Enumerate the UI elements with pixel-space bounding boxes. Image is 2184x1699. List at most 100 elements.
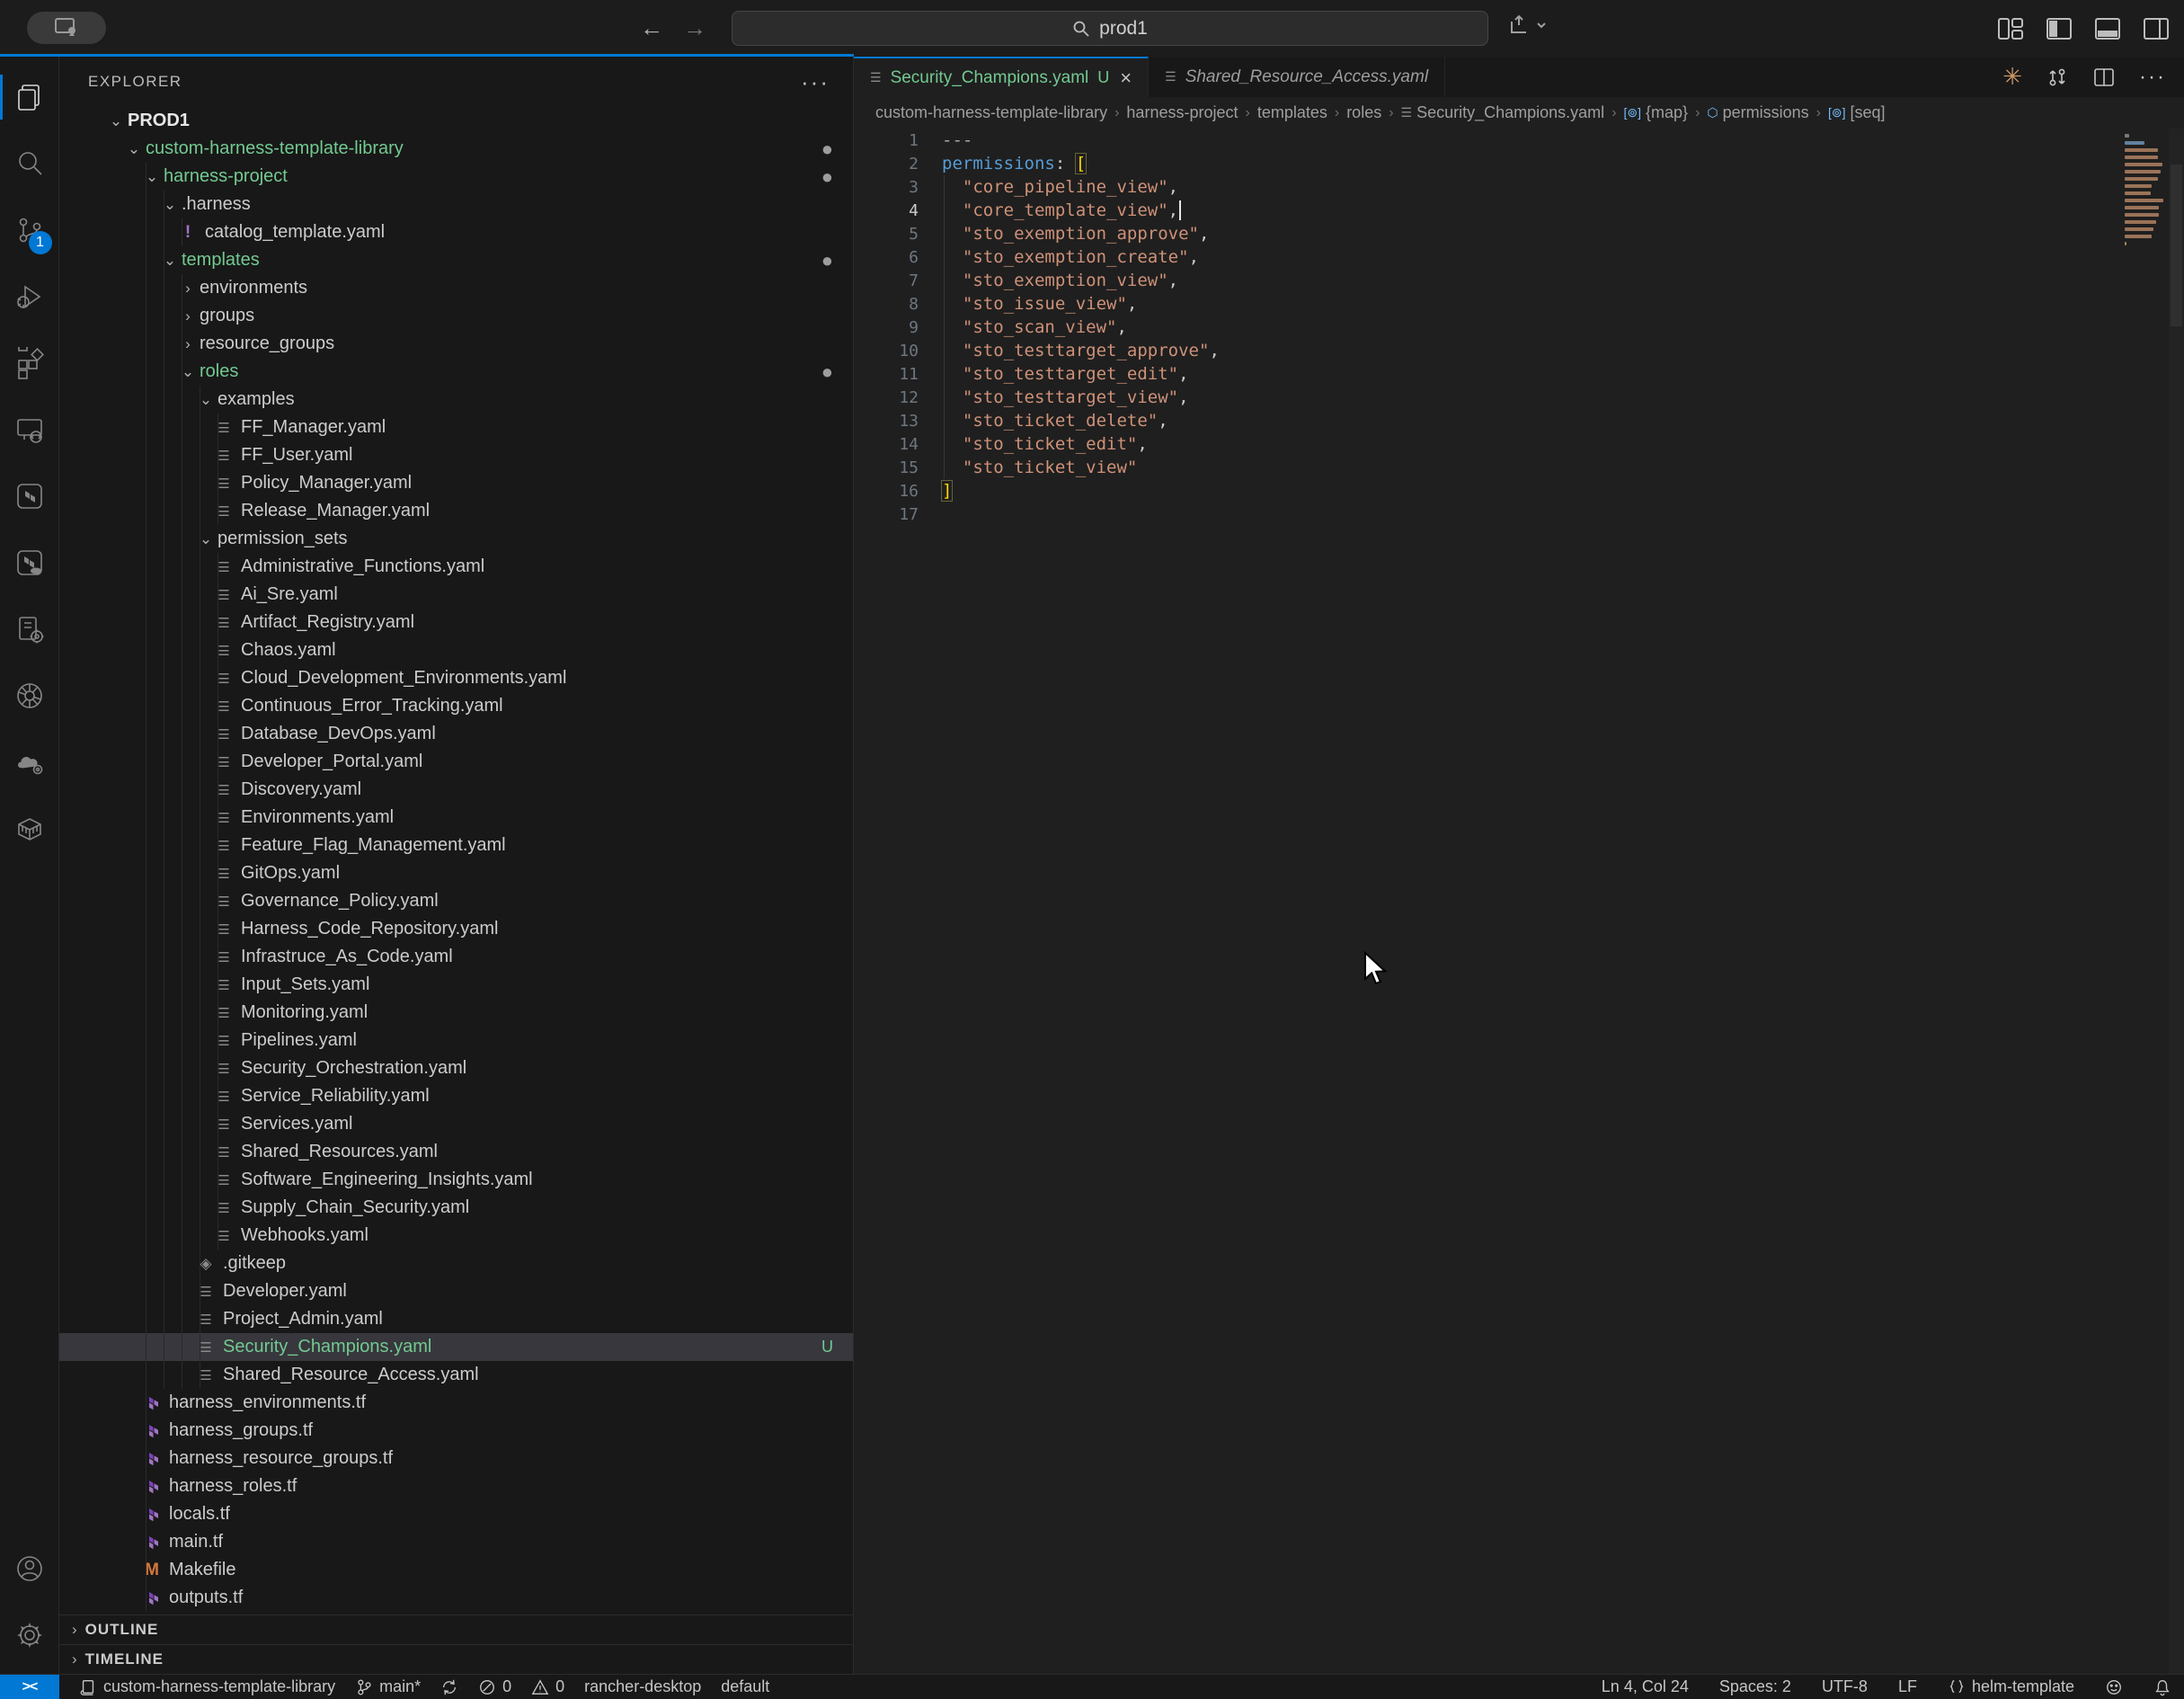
tree-item-file[interactable]: ◈.gitkeep [59,1250,853,1277]
code-line[interactable]: 12 "sto_testtarget_view", [854,386,2184,409]
activity-search-icon[interactable] [0,130,59,197]
tree-item-file[interactable]: ☰Database_DevOps.yaml [59,720,853,748]
code-line[interactable]: 1--- [854,129,2184,152]
status-item-sync[interactable] [440,1678,458,1696]
tree-item-folder[interactable]: ›environments [59,274,853,302]
editor-scrollbar[interactable] [2169,129,2184,1674]
tree-item-file[interactable]: ☰Monitoring.yaml [59,999,853,1027]
screen-share-button[interactable] [27,12,106,44]
toggle-primary-sidebar-icon[interactable] [2046,15,2073,42]
breadcrumb-item[interactable]: harness-project [1126,103,1238,122]
status-item-feedback[interactable] [2105,1678,2123,1696]
tree-item-folder[interactable]: ⌄custom-harness-template-library● [59,135,853,163]
remote-indicator[interactable]: >< [0,1675,59,1699]
activity-file-gear-icon[interactable] [0,596,59,663]
explorer-more-actions-icon[interactable]: ··· [801,68,830,96]
activity-cloud-provider-icon[interactable] [0,729,59,796]
status-item-bell[interactable] [2153,1678,2171,1696]
tree-item-folder[interactable]: ⌄templates● [59,246,853,274]
status-item[interactable]: UTF-8 [1822,1677,1868,1696]
code-line[interactable]: 7 "sto_exemption_view", [854,269,2184,292]
activity-extensions-icon[interactable] [0,330,59,396]
tree-item-file[interactable]: ☰Governance_Policy.yaml [59,887,853,915]
tree-item-file[interactable]: ☰Security_Champions.yamlU [59,1333,853,1361]
tree-item-file[interactable]: locals.tf [59,1500,853,1528]
tree-item-file[interactable]: ☰Service_Reliability.yaml [59,1082,853,1110]
minimap[interactable] [2125,134,2164,256]
tree-item-folder[interactable]: ⌄harness-project● [59,163,853,191]
tree-item-folder[interactable]: ⌄.harness [59,191,853,218]
layout-control-button[interactable] [1506,13,1548,38]
status-item-repo[interactable]: custom-harness-template-library [79,1677,335,1696]
tree-item-file[interactable]: ☰Webhooks.yaml [59,1222,853,1250]
code-line[interactable]: 10 "sto_testtarget_approve", [854,339,2184,362]
tree-item-file[interactable]: harness_roles.tf [59,1472,853,1500]
code-line[interactable]: 2permissions: [ [854,152,2184,175]
open-changes-icon[interactable] [2046,66,2069,89]
activity-kubernetes-icon[interactable] [0,663,59,729]
tree-item-file[interactable]: !catalog_template.yaml [59,218,853,246]
tree-item-file[interactable]: main.tf [59,1528,853,1556]
tree-item-folder[interactable]: ⌄permission_sets [59,525,853,553]
breadcrumb-item[interactable]: custom-harness-template-library [875,103,1107,122]
tree-item-file[interactable]: ☰FF_User.yaml [59,441,853,469]
more-actions-icon[interactable]: ··· [2139,65,2166,90]
layout-grid-icon[interactable] [1997,15,2024,42]
tree-item-file[interactable]: ☰Security_Orchestration.yaml [59,1054,853,1082]
code-line[interactable]: 13 "sto_ticket_delete", [854,409,2184,432]
tree-item-file[interactable]: ☰Developer.yaml [59,1277,853,1305]
tree-item-file[interactable]: ☰Policy_Manager.yaml [59,469,853,497]
tree-item-file[interactable]: ☰Ai_Sre.yaml [59,581,853,609]
status-item[interactable]: LF [1898,1677,1917,1696]
tree-item-file[interactable]: ☰Harness_Code_Repository.yaml [59,915,853,943]
tree-item-file[interactable]: ☰Cloud_Development_Environments.yaml [59,664,853,692]
status-item-braces[interactable]: helm-template [1948,1677,2074,1696]
activity-source-control-icon[interactable]: 1 [0,197,59,263]
activity-run-debug-icon[interactable] [0,263,59,330]
tree-item-file[interactable]: ☰Services.yaml [59,1110,853,1138]
tree-item-folder[interactable]: ⌄PROD1 [59,107,853,135]
code-line[interactable]: 4 "core_template_view", [854,199,2184,222]
tree-item-file[interactable]: ☰Developer_Portal.yaml [59,748,853,776]
breadcrumb-item[interactable]: ⬡permissions [1707,103,1808,122]
tree-item-file[interactable]: ☰Chaos.yaml [59,636,853,664]
status-item-branch[interactable]: main* [355,1677,421,1696]
activity-explorer-icon[interactable] [0,64,59,130]
sidebar-section-outline[interactable]: ›OUTLINE [59,1614,853,1644]
extension-star-icon[interactable]: ✳ [2002,63,2022,91]
tree-item-file[interactable]: ☰Artifact_Registry.yaml [59,609,853,636]
code-line[interactable]: 5 "sto_exemption_approve", [854,222,2184,245]
tree-item-file[interactable]: ☰Environments.yaml [59,804,853,832]
breadcrumb-item[interactable]: templates [1257,103,1327,122]
breadcrumb-item[interactable]: [⊚][seq] [1828,103,1886,122]
status-item[interactable]: rancher-desktop [584,1677,701,1696]
tree-item-file[interactable]: MMakefile [59,1556,853,1584]
editor-tab[interactable]: ☰Shared_Resource_Access.yaml [1149,57,1445,97]
code-line[interactable]: 8 "sto_issue_view", [854,292,2184,316]
breadcrumb-item[interactable]: roles [1346,103,1381,122]
toggle-secondary-sidebar-icon[interactable] [2143,15,2170,42]
code-line[interactable]: 17 [854,503,2184,526]
tree-item-file[interactable]: ☰Continuous_Error_Tracking.yaml [59,692,853,720]
status-item[interactable]: Ln 4, Col 24 [1602,1677,1689,1696]
tree-item-file[interactable]: ☰Supply_Chain_Security.yaml [59,1194,853,1222]
breadcrumb-item[interactable]: ☰Security_Champions.yaml [1401,103,1605,122]
status-item-warning[interactable]: 0 [531,1677,564,1696]
tree-item-file[interactable]: ☰Pipelines.yaml [59,1027,853,1054]
code-line[interactable]: 14 "sto_ticket_edit", [854,432,2184,456]
activity-remote-explorer-icon[interactable] [0,396,59,463]
status-item-error[interactable]: 0 [478,1677,511,1696]
toggle-panel-icon[interactable] [2094,15,2121,42]
code-line[interactable]: 3 "core_pipeline_view", [854,175,2184,199]
tree-item-file[interactable]: ☰Shared_Resource_Access.yaml [59,1361,853,1389]
tree-item-folder[interactable]: ›resource_groups [59,330,853,358]
tree-item-file[interactable]: outputs.tf [59,1584,853,1612]
tree-item-file[interactable]: harness_environments.tf [59,1389,853,1417]
code-line[interactable]: 15 "sto_ticket_view" [854,456,2184,479]
tree-item-file[interactable]: ☰Infrastruce_As_Code.yaml [59,943,853,971]
tree-item-file[interactable]: ☰Shared_Resources.yaml [59,1138,853,1166]
tree-item-folder[interactable]: ⌄roles● [59,358,853,386]
tree-item-file[interactable]: harness_resource_groups.tf [59,1445,853,1472]
nav-forward-button[interactable]: → [683,14,706,42]
activity-terraform-cloud-icon[interactable] [0,529,59,596]
